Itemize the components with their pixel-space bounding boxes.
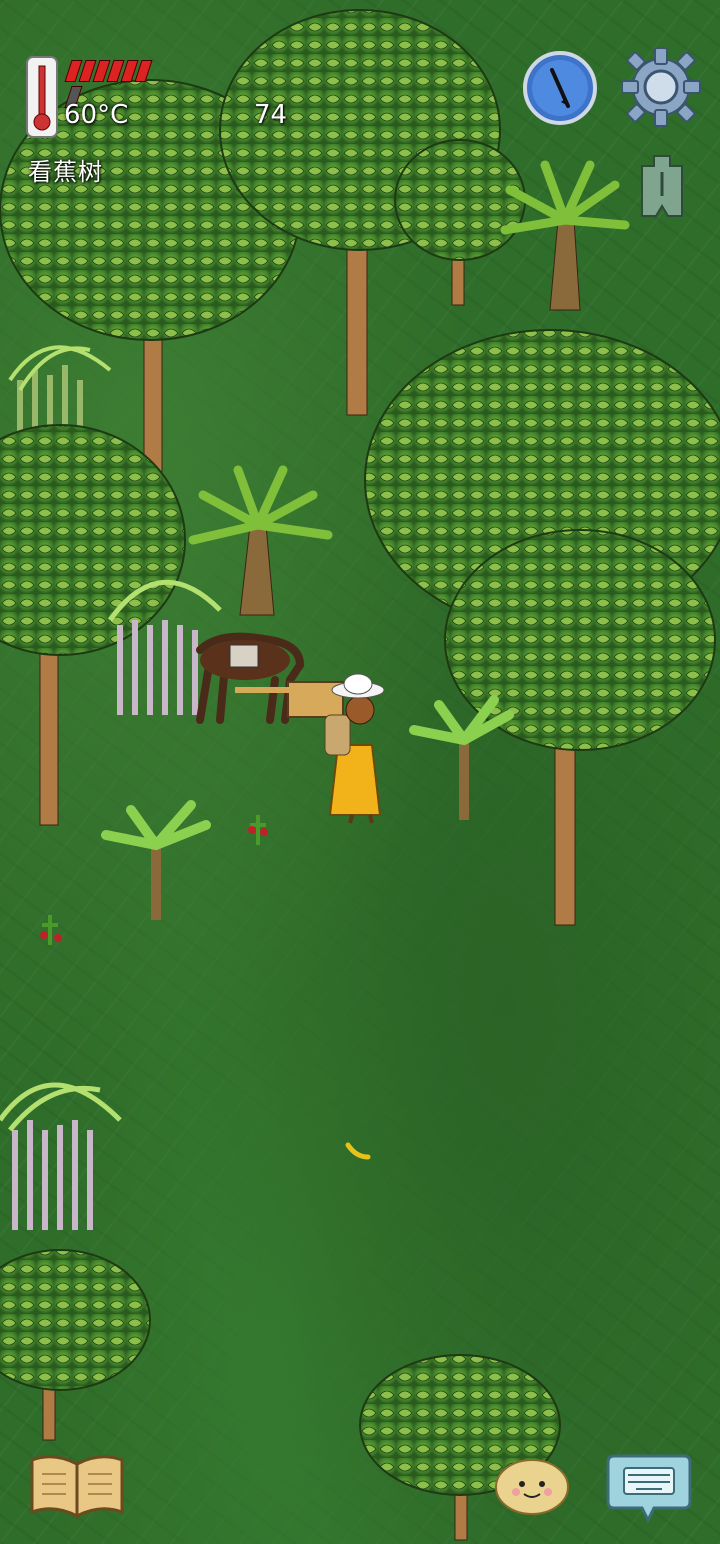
compass-icon	[523, 51, 597, 125]
game-world[interactable]	[0, 0, 720, 1544]
temperature-readout: 60°C	[64, 100, 129, 130]
berry-bush-2[interactable]	[40, 915, 62, 945]
thermometer	[26, 56, 58, 138]
hover-object-label: 看蕉树	[28, 158, 103, 186]
horse-cart[interactable]	[196, 632, 344, 724]
sugarcane-bottom-left[interactable]	[0, 1082, 122, 1230]
tree-bottom-left[interactable]	[0, 1249, 151, 1441]
age-readout: 74	[254, 100, 288, 130]
keyboard-icon	[606, 1454, 692, 1524]
emote-face-icon	[495, 1459, 569, 1515]
chat-keyboard-button[interactable]	[606, 1450, 692, 1524]
tree-top-right-small[interactable]	[394, 139, 526, 306]
banana-tree-right[interactable]	[409, 695, 514, 820]
compass-button[interactable]	[522, 50, 598, 126]
palm-mid[interactable]	[188, 465, 333, 616]
recipe-book-button[interactable]	[28, 1452, 126, 1518]
banana-tree-left[interactable]	[101, 800, 211, 920]
berry-bush-1[interactable]	[248, 815, 268, 845]
food-meter	[64, 60, 153, 108]
emote-button[interactable]	[494, 1456, 570, 1516]
banana-on-ground[interactable]	[345, 1142, 371, 1160]
tree-mid-left[interactable]	[0, 424, 186, 826]
tech-tree-button[interactable]	[634, 154, 690, 220]
book-icon	[30, 1455, 124, 1518]
settings-button[interactable]	[620, 46, 702, 128]
tree-right-large[interactable]	[364, 329, 720, 926]
spade-coin-icon	[641, 155, 683, 217]
gear-icon	[621, 47, 701, 127]
scene-layer	[0, 9, 720, 1541]
thermometer-icon	[26, 56, 58, 138]
